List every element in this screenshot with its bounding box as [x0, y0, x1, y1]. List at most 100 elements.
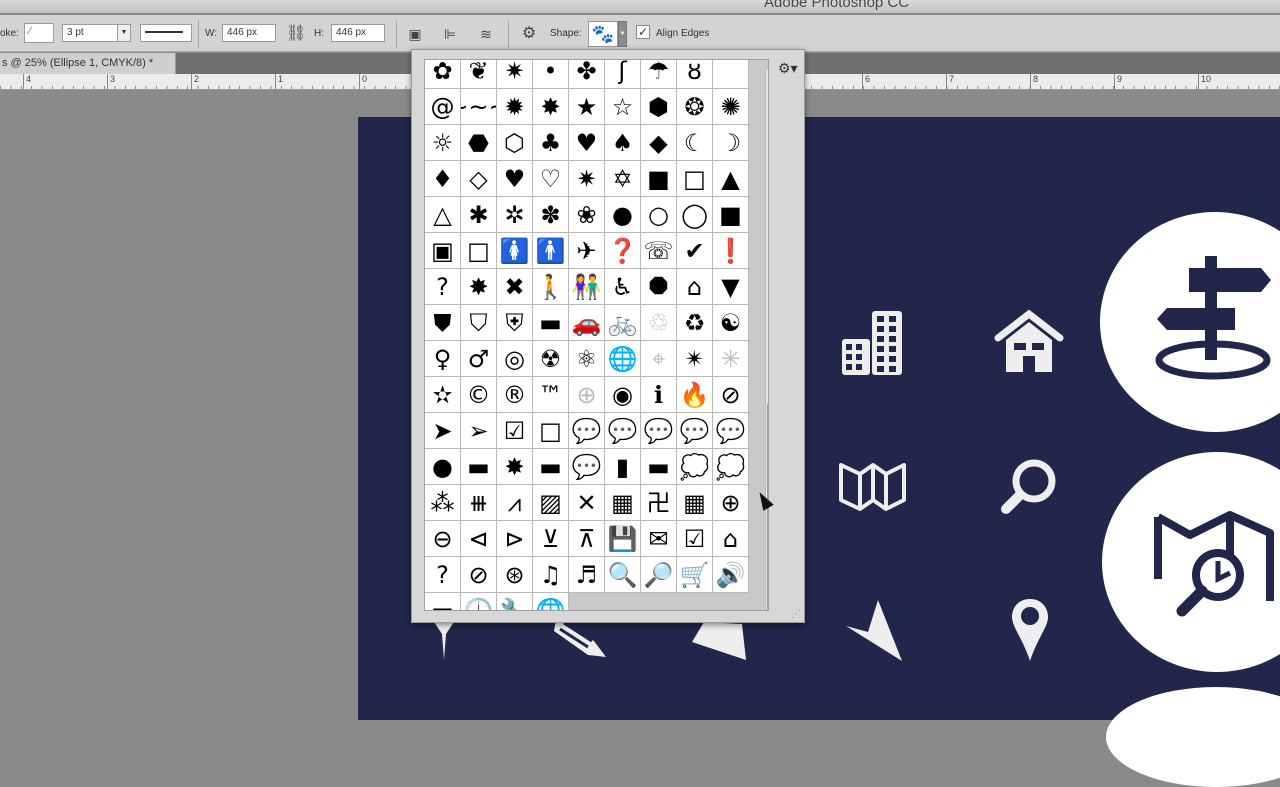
- shape-preset[interactable]: ~~~: [461, 89, 497, 125]
- shape-preset[interactable]: ⊼: [569, 521, 605, 557]
- shape-preset[interactable]: ⊖: [425, 521, 461, 557]
- shape-preset[interactable]: ▮: [605, 449, 641, 485]
- shape-preset[interactable]: 🚗: [569, 305, 605, 341]
- shape-preset[interactable]: 💬: [569, 449, 605, 485]
- shape-preset[interactable]: •: [533, 60, 569, 89]
- shape-preset[interactable]: ▦: [677, 485, 713, 521]
- shape-preset[interactable]: 🚲: [605, 305, 641, 341]
- shape-preset[interactable]: ✔: [677, 233, 713, 269]
- shape-preset[interactable]: ✳: [713, 341, 749, 377]
- shape-preset[interactable]: ✫: [425, 377, 461, 413]
- document-tab[interactable]: s @ 25% (Ellipse 1, CMYK/8) *: [0, 53, 176, 74]
- shape-preset[interactable]: ⬢: [641, 89, 677, 125]
- path-arrangement-icon[interactable]: ≋: [476, 24, 496, 44]
- shape-preset[interactable]: ♥: [497, 161, 533, 197]
- shape-preset[interactable]: ◯: [677, 197, 713, 233]
- shape-preset[interactable]: ❗: [713, 233, 749, 269]
- shape-preset[interactable]: ⊘: [713, 377, 749, 413]
- path-operations-icon[interactable]: ▣: [405, 24, 425, 44]
- shape-preset[interactable]: @: [425, 89, 461, 125]
- shape-preset[interactable]: ⩘: [497, 485, 533, 521]
- shape-preset[interactable]: ✸: [533, 89, 569, 125]
- shape-picker-dropdown[interactable]: ▼: [618, 21, 627, 47]
- shape-preset[interactable]: ✿: [425, 60, 461, 89]
- shape-preset[interactable]: ▲: [713, 161, 749, 197]
- shape-preset[interactable]: 🔍: [605, 557, 641, 593]
- shape-picker-button[interactable]: 🐾: [588, 21, 618, 47]
- shape-preset[interactable]: ?: [425, 269, 461, 305]
- shape-preset[interactable]: 🔧: [497, 593, 533, 610]
- shape-preset[interactable]: ⛉: [461, 305, 497, 341]
- shape-preset[interactable]: ✺: [713, 89, 749, 125]
- shape-preset[interactable]: ♥: [569, 125, 605, 161]
- shape-preset[interactable]: ♲: [641, 305, 677, 341]
- shape-preset[interactable]: ✲: [497, 197, 533, 233]
- shape-preset[interactable]: ◉: [605, 377, 641, 413]
- stroke-color-swatch[interactable]: ⁄: [24, 23, 54, 43]
- shape-preset[interactable]: ✱: [461, 197, 497, 233]
- shape-preset[interactable]: ℹ: [641, 377, 677, 413]
- shape-preset[interactable]: △: [425, 197, 461, 233]
- shape-preset[interactable]: ▬: [641, 449, 677, 485]
- shape-preset[interactable]: ✸: [497, 449, 533, 485]
- shape-preset[interactable]: ⬡: [497, 125, 533, 161]
- shape-preset[interactable]: ☾: [677, 125, 713, 161]
- shape-preset[interactable]: 💬: [569, 413, 605, 449]
- shape-preset[interactable]: ™: [533, 377, 569, 413]
- shape-preset[interactable]: ⌂: [713, 521, 749, 557]
- shape-preset[interactable]: ⚛: [569, 341, 605, 377]
- shape-preset[interactable]: 🚺: [497, 233, 533, 269]
- shape-preset[interactable]: ♫: [533, 557, 569, 593]
- shape-preset[interactable]: ⛨: [497, 305, 533, 341]
- shape-preset[interactable]: ▬: [461, 449, 497, 485]
- shape-preset[interactable]: ❦: [461, 60, 497, 89]
- shape-preset[interactable]: 💾: [605, 521, 641, 557]
- shape-preset[interactable]: ☑: [677, 521, 713, 557]
- shape-preset[interactable]: ➢: [461, 413, 497, 449]
- shape-preset[interactable]: ⛊: [425, 305, 461, 341]
- shape-preset[interactable]: ȣ: [677, 60, 713, 89]
- shape-preset[interactable]: ⌖: [641, 341, 677, 377]
- shape-preset[interactable]: ■: [641, 161, 677, 197]
- shape-preset[interactable]: ♠: [605, 125, 641, 161]
- shape-preset[interactable]: ☏: [641, 233, 677, 269]
- shape-preset[interactable]: ▦: [605, 485, 641, 521]
- shape-preset[interactable]: 🔊: [713, 557, 749, 593]
- shape-preset[interactable]: 👫: [569, 269, 605, 305]
- shape-preset[interactable]: ♣: [533, 125, 569, 161]
- shape-preset[interactable]: 🌐: [533, 593, 569, 610]
- shape-preset[interactable]: ▬: [425, 593, 461, 610]
- shape-preset[interactable]: ☑: [497, 413, 533, 449]
- shape-preset[interactable]: ♿: [605, 269, 641, 305]
- shape-preset[interactable]: ⁂: [425, 485, 461, 521]
- stroke-width-field[interactable]: 3 pt: [62, 24, 118, 42]
- shape-preset[interactable]: ❂: [677, 89, 713, 125]
- shape-preset[interactable]: ⊲: [461, 521, 497, 557]
- shape-preset[interactable]: 💬: [641, 413, 677, 449]
- shape-preset[interactable]: 🔎: [641, 557, 677, 593]
- shape-preset[interactable]: 🌐: [605, 341, 641, 377]
- shape-preset[interactable]: □: [677, 161, 713, 197]
- shape-preset[interactable]: ♦: [425, 161, 461, 197]
- shape-preset[interactable]: ✈: [569, 233, 605, 269]
- shape-preset[interactable]: ⊳: [497, 521, 533, 557]
- stroke-width-dropdown[interactable]: ▼: [117, 24, 131, 42]
- shape-preset[interactable]: 💬: [605, 413, 641, 449]
- shape-preset[interactable]: 💭: [677, 449, 713, 485]
- shape-preset[interactable]: ✤: [569, 60, 605, 89]
- shape-preset[interactable]: ☂: [641, 60, 677, 89]
- shape-preset[interactable]: 🛒: [677, 557, 713, 593]
- path-alignment-icon[interactable]: ⊫: [440, 24, 460, 44]
- shape-preset[interactable]: ▣: [425, 233, 461, 269]
- resize-grip-icon[interactable]: ⋰: [791, 609, 801, 620]
- shape-preset[interactable]: ✹: [497, 89, 533, 125]
- shape-preset[interactable]: ⊕: [569, 377, 605, 413]
- shape-preset[interactable]: ✽: [533, 197, 569, 233]
- shape-preset[interactable]: ✸: [461, 269, 497, 305]
- shape-preset[interactable]: ©: [461, 377, 497, 413]
- shape-preset[interactable]: □: [461, 233, 497, 269]
- align-edges-checkbox[interactable]: ✓: [636, 25, 650, 39]
- shape-preset[interactable]: 🕒: [461, 593, 497, 610]
- shape-preset[interactable]: 💭: [713, 449, 749, 485]
- shape-preset[interactable]: ☼: [425, 125, 461, 161]
